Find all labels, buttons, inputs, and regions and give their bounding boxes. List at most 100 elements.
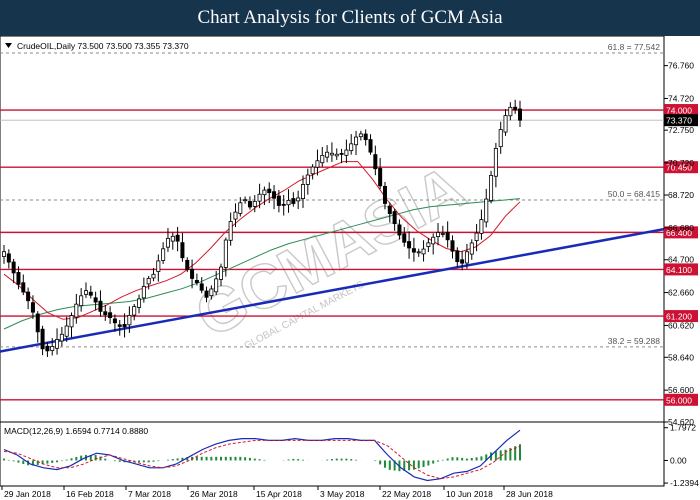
chart-banner-title: Chart Analysis for Clients of GCM Asia	[0, 0, 700, 36]
x-axis-tick-label: 28 Jun 2018	[506, 489, 553, 499]
candle-body	[103, 311, 108, 316]
candle-body	[325, 151, 330, 158]
candle-body	[64, 325, 69, 337]
candle-body	[474, 232, 479, 242]
candle-body	[93, 297, 98, 303]
candle-body	[484, 198, 489, 223]
candle-body	[445, 231, 450, 241]
candle-body	[98, 300, 103, 312]
candle-body	[55, 339, 60, 349]
candle-body	[513, 106, 518, 110]
candle-body	[358, 133, 363, 138]
x-axis-tick-label: 15 Apr 2018	[256, 489, 302, 499]
candle-body	[397, 224, 402, 236]
macd-y-axis-tick-label: 0.00	[670, 455, 687, 465]
y-axis-tick-label: 64.700	[668, 255, 694, 265]
y-axis-tick-label: 68.720	[668, 190, 694, 200]
candle-body	[344, 149, 349, 156]
macd-y-axis-tick-label: -1.2394	[670, 478, 699, 488]
candle-body	[315, 160, 320, 168]
candle-body	[26, 291, 31, 302]
candle-body	[219, 266, 224, 280]
x-axis-tick-label: 16 Feb 2018	[66, 489, 114, 499]
y-axis-tick-label: 60.620	[668, 320, 694, 330]
candle-body	[79, 295, 84, 307]
candle-body	[402, 233, 407, 243]
candle-body	[16, 272, 21, 285]
candle-body	[74, 303, 79, 318]
candle-body	[276, 195, 281, 206]
y-axis-tick-label: 70.720	[668, 158, 694, 168]
y-axis-tick-label: 62.660	[668, 288, 694, 298]
candle-body	[156, 260, 161, 272]
price-level-tag-label: 74.000	[666, 106, 692, 116]
candle-body	[88, 291, 93, 296]
candle-body	[11, 261, 16, 274]
fib-level-label: 50.0 = 68.415	[608, 189, 661, 199]
candle-body	[69, 315, 74, 328]
candle-body	[146, 278, 151, 285]
candle-body	[59, 333, 64, 342]
candle-body	[209, 288, 214, 297]
candle-body	[262, 189, 267, 196]
candle-body	[464, 251, 469, 264]
candle-body	[190, 268, 195, 279]
candle-body	[407, 241, 412, 249]
candle-body	[165, 238, 170, 248]
candle-body	[108, 312, 113, 318]
x-axis-tick-label: 29 Jan 2018	[4, 489, 51, 499]
candle-body	[392, 211, 397, 225]
candle-body	[310, 166, 315, 175]
price-level-tag-label: 56.000	[666, 395, 692, 405]
candle-body	[363, 133, 368, 141]
candle-body	[40, 328, 45, 350]
candle-body	[238, 202, 243, 214]
y-axis-tick-label: 58.640	[668, 352, 694, 362]
candle-body	[320, 155, 325, 164]
x-axis-tick-label: 3 May 2018	[320, 489, 365, 499]
candle-body	[223, 239, 228, 268]
candle-body	[493, 148, 498, 177]
candle-body	[479, 219, 484, 234]
x-axis-tick-label: 7 Mar 2018	[128, 489, 171, 499]
candle-body	[300, 184, 305, 199]
candle-body	[460, 259, 465, 264]
candle-body	[112, 318, 117, 324]
candle-body	[180, 242, 185, 259]
y-axis-tick-label: 66.680	[668, 223, 694, 233]
x-axis-tick-label: 22 May 2018	[382, 489, 431, 499]
candle-body	[204, 290, 209, 298]
candle-body	[170, 235, 175, 242]
candle-body	[137, 298, 142, 308]
candle-body	[286, 200, 291, 206]
x-axis-tick-label: 10 Jun 2018	[446, 489, 493, 499]
fib-level-label: 38.2 = 59.288	[608, 336, 661, 346]
candle-body	[373, 154, 378, 170]
candle-body	[508, 106, 513, 117]
candle-body	[257, 193, 262, 202]
candle-body	[426, 242, 431, 247]
candle-body	[141, 286, 146, 299]
candle-body	[305, 174, 310, 185]
candle-body	[450, 240, 455, 252]
candle-body	[489, 174, 494, 201]
candle-body	[339, 153, 344, 155]
candle-body	[117, 324, 122, 327]
candle-body	[214, 278, 219, 293]
y-axis-tick-label: 72.750	[668, 125, 694, 135]
candle-body	[243, 199, 248, 202]
banner-title-text: Chart Analysis for Clients of GCM Asia	[197, 7, 503, 28]
candle-body	[228, 221, 233, 241]
candle-body	[83, 290, 88, 295]
candle-body	[518, 108, 523, 121]
y-axis-tick-label: 56.600	[668, 385, 694, 395]
candle-body	[503, 115, 508, 133]
candle-body	[349, 143, 354, 152]
candle-body	[252, 200, 257, 207]
candle-body	[151, 273, 156, 279]
candle-body	[291, 198, 296, 204]
candle-body	[45, 345, 50, 352]
candle-body	[233, 211, 238, 220]
fib-level-label: 61.8 = 77.542	[608, 42, 661, 52]
candle-body	[122, 324, 127, 328]
